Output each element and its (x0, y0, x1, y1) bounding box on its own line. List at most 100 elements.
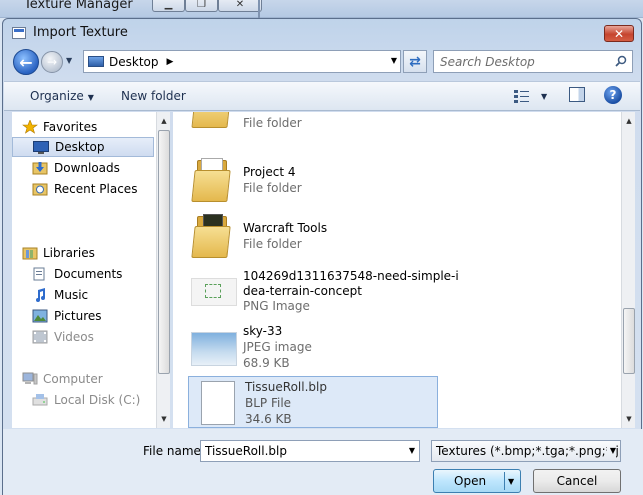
file-name: Warcraft Tools (243, 221, 328, 235)
scroll-up-icon[interactable]: ▲ (622, 114, 636, 128)
sidebar-item-label: Pictures (54, 309, 102, 323)
file-type: PNG Image (243, 299, 310, 313)
file-name-combobox[interactable]: ▼ (200, 440, 420, 462)
view-options-button[interactable]: ▼ (513, 87, 553, 105)
file-type: JPEG image (243, 340, 312, 354)
new-folder-button[interactable]: New folder (121, 89, 186, 103)
arrow-right-icon: → (46, 55, 58, 69)
chevron-down-icon[interactable]: ▼ (606, 441, 616, 461)
file-name: sky-33 (243, 324, 283, 338)
sidebar-item-label: Videos (54, 330, 94, 344)
file-name-label: File name: (143, 444, 205, 458)
sidebar-group-favorites[interactable]: Favorites (12, 117, 154, 137)
close-button[interactable]: ✕ (604, 25, 634, 42)
preview-pane-icon[interactable] (569, 87, 585, 102)
file-item-folder[interactable]: Warcraft Tools File folder (173, 208, 619, 264)
dialog-title: Import Texture (33, 25, 128, 40)
sidebar-group-label: Libraries (43, 246, 95, 260)
file-type: File folder (243, 237, 302, 251)
file-list: File folder Project 4 File folder Warcra… (173, 112, 621, 428)
command-toolbar: Organize ▼ New folder ▼ ? (4, 81, 640, 111)
folder-icon (191, 156, 235, 204)
chevron-down-icon[interactable]: ▼ (409, 446, 415, 455)
file-size: 68.9 KB (243, 356, 290, 370)
sidebar-item-label: Music (54, 288, 89, 302)
sidebar-item-music[interactable]: Music (12, 285, 154, 305)
file-item-jpeg[interactable]: sky-33 JPEG image 68.9 KB (173, 320, 619, 376)
scroll-down-icon[interactable]: ▼ (622, 412, 636, 426)
search-icon[interactable] (615, 55, 627, 67)
open-button[interactable]: Open ▼ (433, 469, 521, 493)
open-label: Open (454, 474, 487, 488)
sidebar-item-documents[interactable]: Documents (12, 264, 154, 284)
sidebar-item-label: Local Disk (C:) (54, 393, 141, 407)
minimize-icon[interactable]: ▁ (152, 0, 185, 12)
file-type-select[interactable]: Textures (*.bmp;*.tga;*.png;*.jp ▼ (431, 440, 621, 462)
sidebar-item-pictures[interactable]: Pictures (12, 306, 154, 326)
sidebar-item-recent-places[interactable]: Recent Places (12, 179, 154, 199)
desktop-icon (88, 56, 104, 67)
chevron-right-icon[interactable]: ▶ (167, 57, 174, 67)
image-thumbnail-icon (191, 324, 237, 372)
file-size: 34.6 KB (245, 412, 292, 426)
organize-menu[interactable]: Organize ▼ (30, 89, 94, 103)
sidebar-group-computer[interactable]: Computer (12, 369, 154, 389)
music-icon (36, 288, 45, 302)
background-window-controls: ▁ ❐ ✕ (152, 0, 262, 12)
maximize-icon[interactable]: ❐ (185, 0, 218, 12)
history-dropdown-icon[interactable]: ▼ (66, 56, 72, 65)
file-icon (197, 381, 241, 428)
sidebar-item-downloads[interactable]: Downloads (12, 158, 154, 178)
chevron-down-icon: ▼ (541, 91, 548, 101)
file-name: Project 4 (243, 165, 296, 179)
scroll-up-icon[interactable]: ▲ (157, 114, 171, 128)
sidebar-item-label: Recent Places (54, 182, 138, 196)
file-item-folder[interactable]: Project 4 File folder (173, 152, 619, 208)
refresh-button[interactable]: ⇄ (403, 50, 427, 73)
sidebar-item-desktop[interactable]: Desktop (12, 137, 154, 157)
navigation-pane-scrollbar[interactable]: ▲ ▼ (156, 112, 170, 428)
address-segment-desktop[interactable]: Desktop (109, 55, 159, 69)
sidebar-group-label: Computer (43, 372, 103, 386)
sidebar-item-videos[interactable]: Videos (12, 327, 154, 347)
chevron-down-icon[interactable]: ▼ (508, 477, 514, 486)
file-type: File folder (243, 181, 302, 195)
help-button[interactable]: ? (604, 86, 622, 104)
chevron-down-icon: ▼ (87, 93, 94, 102)
sidebar-item-label: Desktop (55, 140, 105, 154)
sidebar-item-label: Downloads (54, 161, 120, 175)
scrollbar-thumb[interactable] (158, 130, 170, 374)
pictures-icon (32, 309, 48, 323)
recent-places-icon (32, 183, 48, 196)
file-name-wrap: dea-terrain-concept (243, 284, 362, 298)
scrollbar-thumb[interactable] (623, 308, 635, 374)
file-item-png[interactable]: 104269d1311637548-need-simple-i dea-terr… (173, 264, 619, 320)
navigation-bar: ← → ▼ Desktop ▶ ▼ ⇄ (3, 47, 641, 77)
divider (504, 472, 505, 490)
background-window-titlebar: Texture Manager ▁ ❐ ✕ (0, 0, 643, 18)
file-type: BLP File (245, 396, 292, 410)
search-box[interactable] (433, 50, 633, 73)
file-name-field[interactable] (201, 441, 401, 461)
organize-label: Organize (30, 89, 84, 103)
import-texture-dialog: Import Texture ✕ ← → ▼ Desktop ▶ ▼ ⇄ Org… (2, 18, 643, 495)
scroll-down-icon[interactable]: ▼ (157, 412, 171, 426)
back-button[interactable]: ← (13, 49, 39, 75)
dialog-titlebar: Import Texture ✕ (3, 19, 641, 47)
address-dropdown-icon[interactable]: ▼ (391, 56, 397, 65)
file-item-blp[interactable]: TissueRoll.blp BLP File 34.6 KB (188, 376, 438, 428)
cancel-button[interactable]: Cancel (533, 469, 621, 493)
sidebar-group-libraries[interactable]: Libraries (12, 243, 154, 263)
sidebar-item-local-disk[interactable]: Local Disk (C:) (12, 390, 154, 410)
libraries-icon (22, 247, 38, 260)
navigation-pane: Favorites Desktop Downloads Recent Place… (12, 112, 156, 428)
videos-icon (32, 330, 48, 344)
forward-button[interactable]: → (41, 51, 63, 73)
background-close-icon[interactable]: ✕ (218, 0, 262, 12)
sidebar-item-label: Documents (54, 267, 123, 281)
address-bar[interactable]: Desktop ▶ ▼ (83, 50, 401, 73)
file-name: 104269d1311637548-need-simple-i (243, 269, 459, 283)
search-input[interactable] (434, 51, 604, 72)
file-item-folder[interactable]: File folder (173, 112, 619, 134)
file-list-scrollbar[interactable]: ▲ ▼ (621, 112, 635, 428)
